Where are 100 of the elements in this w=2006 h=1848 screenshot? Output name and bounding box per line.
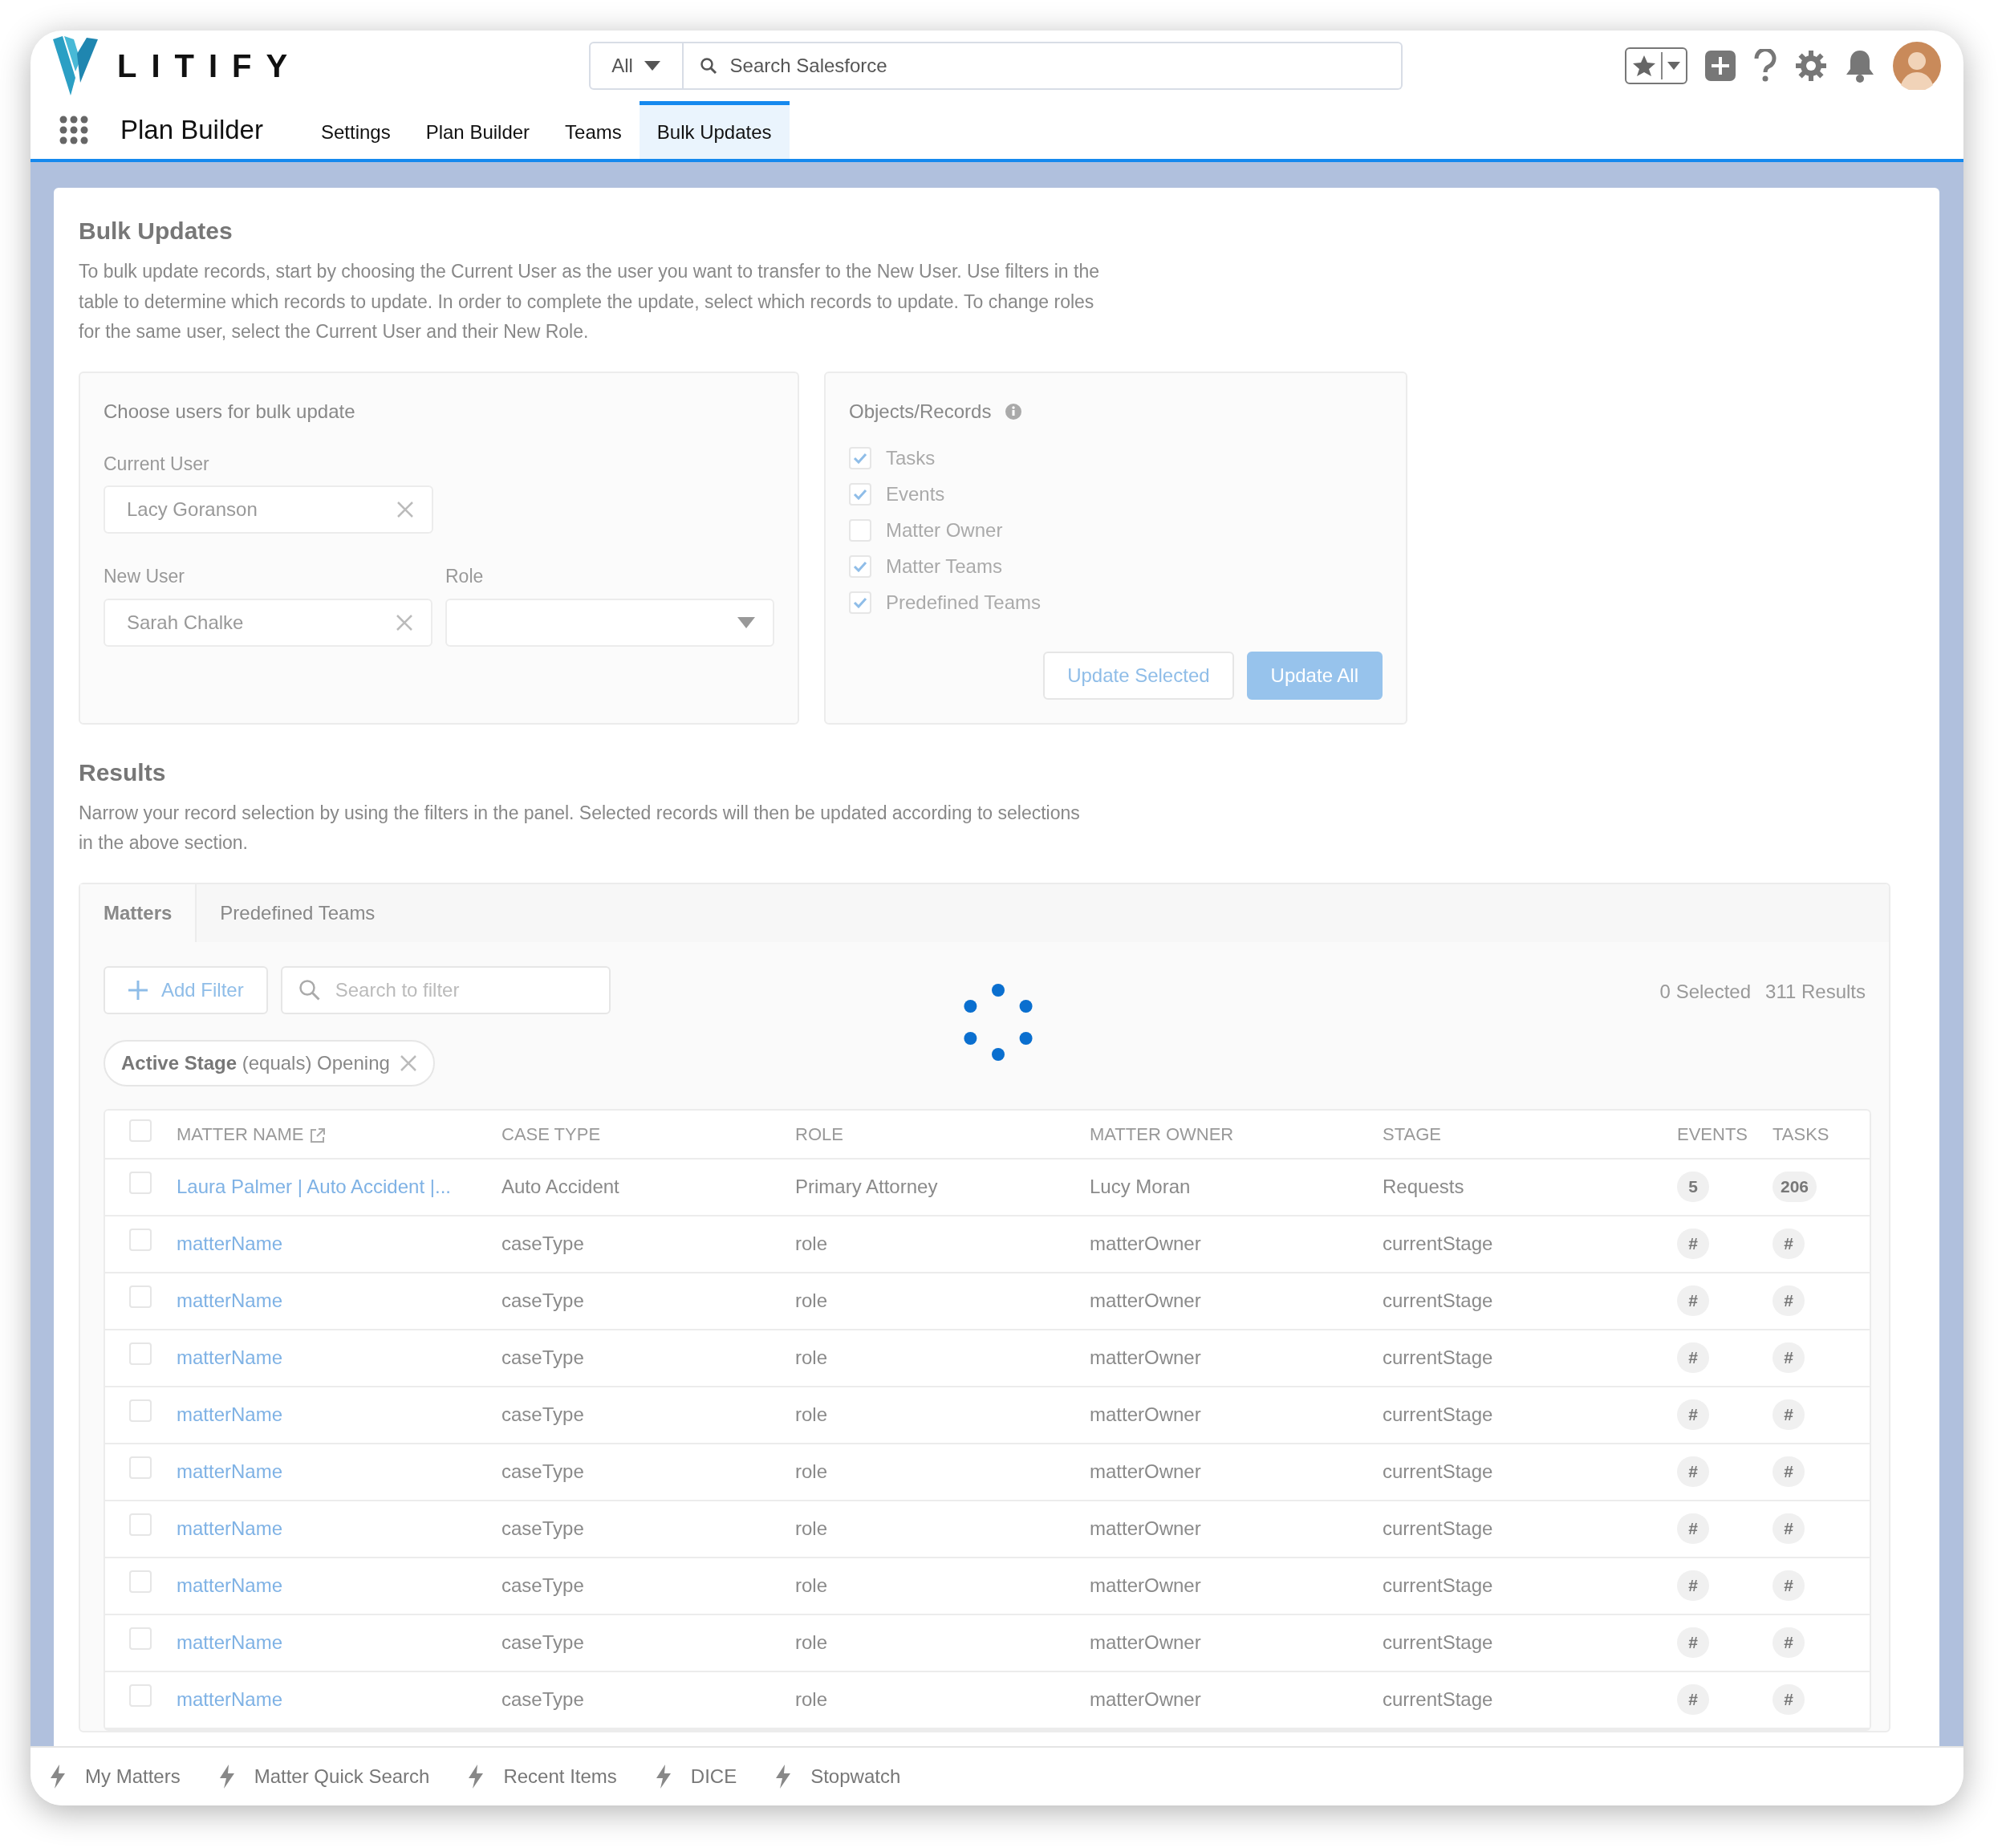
table-cell: currentStage bbox=[1383, 1290, 1493, 1311]
utility-item[interactable]: My Matters bbox=[50, 1762, 181, 1791]
checkbox-label: Tasks bbox=[886, 446, 936, 470]
count-badge: # bbox=[1677, 1399, 1709, 1430]
utility-item[interactable]: Matter Quick Search bbox=[218, 1762, 430, 1791]
checkbox[interactable] bbox=[129, 1627, 152, 1650]
checkbox[interactable] bbox=[129, 1285, 152, 1308]
checkbox-label: Matter Teams bbox=[886, 554, 1002, 579]
utility-item[interactable]: DICE bbox=[655, 1762, 737, 1791]
field-label: Role bbox=[445, 565, 485, 588]
table-cell: currentStage bbox=[1383, 1688, 1493, 1710]
app-launcher-icon[interactable] bbox=[59, 116, 88, 144]
scope-dropdown[interactable]: All bbox=[588, 42, 684, 90]
info-icon[interactable] bbox=[1005, 403, 1022, 420]
section-title: Results bbox=[79, 757, 167, 787]
checkmark-icon bbox=[853, 453, 867, 464]
table-cell: role bbox=[795, 1346, 828, 1368]
clear-icon[interactable] bbox=[396, 501, 414, 518]
lightning-icon bbox=[50, 1765, 66, 1789]
external-link-icon[interactable] bbox=[310, 1127, 327, 1143]
favorites-button[interactable] bbox=[1625, 47, 1687, 84]
checkbox[interactable] bbox=[849, 591, 871, 614]
table-cell: role bbox=[795, 1688, 828, 1710]
count-badge: 206 bbox=[1773, 1172, 1817, 1202]
help-icon[interactable] bbox=[1753, 49, 1777, 83]
avatar[interactable] bbox=[1893, 42, 1941, 90]
checkbox-label: Matter Owner bbox=[886, 518, 1003, 542]
table-cell: role bbox=[795, 1290, 828, 1311]
matter-link[interactable]: matterName bbox=[177, 1460, 283, 1482]
table-cell: Primary Attorney bbox=[795, 1176, 938, 1197]
matter-link[interactable]: matterName bbox=[177, 1574, 283, 1596]
table-cell: matterOwner bbox=[1090, 1517, 1201, 1539]
checkbox[interactable] bbox=[849, 483, 871, 506]
filter-search-field[interactable]: Search to filter bbox=[280, 965, 611, 1014]
filter-search-input[interactable]: Search to filter bbox=[333, 974, 599, 1005]
table-cell: caseType bbox=[502, 1233, 584, 1254]
checkmark-icon bbox=[853, 489, 867, 500]
input-field[interactable]: Lacy Goranson bbox=[104, 485, 433, 534]
matter-link[interactable]: matterName bbox=[177, 1517, 283, 1539]
count-badge: # bbox=[1773, 1513, 1805, 1544]
checkbox[interactable] bbox=[129, 1570, 152, 1593]
add-filter-button[interactable]: Add Filter bbox=[104, 965, 268, 1014]
update-button[interactable]: Update All bbox=[1246, 651, 1383, 700]
bell-icon[interactable] bbox=[1845, 49, 1875, 83]
checkbox[interactable] bbox=[129, 1684, 152, 1707]
caret-icon bbox=[737, 616, 755, 628]
section-description: Narrow your record selection by using the filters in the panel. Selected records will then be updated according to selections in the above section. bbox=[79, 801, 1081, 855]
table-cell: caseType bbox=[502, 1631, 584, 1653]
utility-item[interactable]: Recent Items bbox=[468, 1762, 617, 1791]
matter-link[interactable]: matterName bbox=[177, 1631, 283, 1653]
nav-tab[interactable]: Settings bbox=[303, 101, 408, 159]
checkbox[interactable] bbox=[849, 555, 871, 578]
checkbox[interactable] bbox=[129, 1399, 152, 1422]
checkbox[interactable] bbox=[129, 1229, 152, 1251]
checkbox[interactable] bbox=[129, 1456, 152, 1479]
checkbox[interactable] bbox=[849, 519, 871, 542]
utility-item[interactable]: Stopwatch bbox=[775, 1762, 901, 1791]
matter-link[interactable]: matterName bbox=[177, 1688, 283, 1710]
matter-link[interactable]: matterName bbox=[177, 1403, 283, 1425]
matter-link[interactable]: Laura Palmer | Auto Accident |... bbox=[177, 1176, 451, 1197]
column-header: CASE TYPE bbox=[502, 1123, 601, 1144]
nav-tab[interactable]: Plan Builder bbox=[408, 101, 548, 159]
count-badge: # bbox=[1677, 1285, 1709, 1316]
search-input[interactable]: Search Salesforce bbox=[683, 43, 1401, 88]
filter-pill: Active Stage (equals) Opening bbox=[104, 1039, 435, 1086]
lightning-icon bbox=[468, 1765, 485, 1789]
table-cell: role bbox=[795, 1631, 828, 1653]
checkbox[interactable] bbox=[129, 1513, 152, 1536]
panel-title: Objects/Records bbox=[849, 399, 992, 424]
count-badge: # bbox=[1773, 1627, 1805, 1658]
nav-tab[interactable]: Teams bbox=[547, 101, 640, 159]
checkmark-icon bbox=[853, 561, 867, 572]
count-badge: # bbox=[1677, 1513, 1709, 1544]
table-cell: currentStage bbox=[1383, 1346, 1493, 1368]
role-dropdown[interactable] bbox=[445, 598, 774, 647]
table-cell: role bbox=[795, 1460, 828, 1482]
matter-link[interactable]: matterName bbox=[177, 1346, 283, 1368]
column-header: MATTER OWNER bbox=[1090, 1123, 1234, 1144]
matter-link[interactable]: matterName bbox=[177, 1290, 283, 1311]
clear-icon[interactable] bbox=[399, 1054, 417, 1072]
page-title: Bulk Updates bbox=[79, 217, 233, 246]
update-button[interactable]: Update Selected bbox=[1043, 651, 1234, 700]
clear-icon[interactable] bbox=[396, 613, 413, 632]
checkbox[interactable] bbox=[849, 447, 871, 469]
results-tab[interactable]: Matters bbox=[80, 883, 197, 942]
table-cell: matterOwner bbox=[1090, 1233, 1201, 1254]
table-cell: Auto Accident bbox=[502, 1176, 619, 1197]
table-cell: caseType bbox=[502, 1517, 584, 1539]
plus-icon[interactable] bbox=[1705, 51, 1736, 81]
column-header: MATTER NAME bbox=[177, 1123, 304, 1144]
settings-icon[interactable] bbox=[1795, 50, 1827, 82]
input-field[interactable]: Sarah Chalke bbox=[104, 598, 432, 647]
table-cell: currentStage bbox=[1383, 1517, 1493, 1539]
checkbox[interactable] bbox=[129, 1119, 152, 1142]
checkbox[interactable] bbox=[129, 1172, 152, 1194]
nav-tab[interactable]: Bulk Updates bbox=[639, 101, 790, 159]
matter-link[interactable]: matterName bbox=[177, 1233, 283, 1254]
table-cell: currentStage bbox=[1383, 1631, 1493, 1653]
checkbox[interactable] bbox=[129, 1342, 152, 1365]
count-badge: # bbox=[1773, 1456, 1805, 1487]
